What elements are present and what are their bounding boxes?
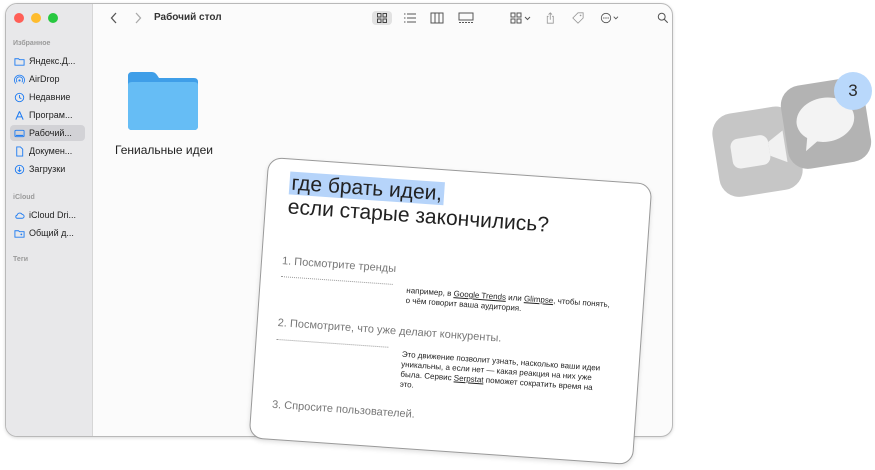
sidebar-item-label: Яндекс.Д... (29, 56, 76, 66)
note-text: или (505, 292, 525, 304)
ellipsis-circle-icon (600, 12, 619, 24)
document-icon (13, 145, 25, 157)
sidebar-item-airdrop[interactable]: AirDrop (10, 71, 85, 87)
cloud-icon (13, 209, 25, 221)
window-controls (14, 13, 58, 23)
sidebar-item-label: Недавние (29, 92, 71, 102)
more-actions-button[interactable] (600, 11, 621, 25)
sidebar-item-desktop[interactable]: Рабочий... (10, 125, 85, 141)
sidebar-item-label: iCloud Dri... (29, 210, 77, 220)
back-button[interactable] (110, 11, 118, 25)
glimpse-link[interactable]: Glimpse (524, 294, 554, 305)
desktop-icon (13, 127, 25, 139)
sidebar-item-icloud-drive[interactable]: iCloud Dri... (10, 207, 85, 223)
download-icon (13, 163, 25, 175)
sidebar-item-recents[interactable]: Недавние (10, 89, 85, 105)
divider (280, 276, 393, 285)
group-icon (510, 12, 531, 24)
serpstat-link[interactable]: Serpstat (454, 373, 484, 384)
forward-button[interactable] (134, 11, 142, 25)
sidebar-item-label: Рабочий... (29, 128, 72, 138)
sidebar-item-documents[interactable]: Докумен... (10, 143, 85, 159)
tip-3-heading: 3. Спросите пользователей. (271, 398, 416, 421)
tip-1-heading: 1. Посмотрите тренды (281, 255, 397, 276)
sidebar-section-tags: Теги (13, 256, 29, 263)
list-icon (404, 13, 416, 23)
column-view-button[interactable] (430, 11, 444, 25)
icon-view-button[interactable] (372, 11, 392, 25)
grid-icon (377, 13, 387, 23)
list-view-button[interactable] (403, 11, 417, 25)
sidebar-section-favorites: Избранное (13, 40, 51, 47)
tag-icon (572, 12, 584, 24)
sidebar-item-downloads[interactable]: Загрузки (10, 161, 85, 177)
zoom-window-button[interactable] (48, 13, 58, 23)
sidebar-item-label: Загрузки (29, 164, 66, 174)
tip-1-note: например, в Google Trends или Glimpse, ч… (405, 286, 611, 320)
tag-button[interactable] (572, 11, 584, 25)
search-button[interactable] (657, 11, 669, 25)
chevron-left-icon (110, 12, 117, 24)
sidebar-item-applications[interactable]: Програм... (10, 107, 85, 123)
chevron-right-icon (135, 12, 142, 24)
close-window-button[interactable] (14, 13, 24, 23)
sidebar-item-label: Програм... (29, 110, 73, 120)
clock-icon (13, 91, 25, 103)
sidebar-item-yandex-disk[interactable]: Яндекс.Д... (10, 53, 85, 69)
sidebar-item-shared[interactable]: Общий д... (10, 225, 85, 241)
columns-icon (430, 12, 444, 24)
search-icon (657, 12, 669, 24)
tip-2-note: Это движение позволит узнать, насколько … (399, 350, 606, 404)
gallery-view-button[interactable] (458, 11, 474, 25)
toolbar: Рабочий стол (92, 4, 672, 32)
gallery-icon (458, 12, 474, 23)
applications-icon (13, 109, 25, 121)
sidebar-item-label: AirDrop (29, 74, 60, 84)
group-button[interactable] (510, 11, 532, 25)
sidebar-item-label: Докумен... (29, 146, 73, 156)
share-icon (546, 12, 554, 24)
folder-icon (13, 55, 25, 67)
sidebar-section-icloud: iCloud (13, 194, 35, 201)
folder-label[interactable]: Гениальные идеи (110, 143, 218, 157)
notification-badge: 3 (834, 72, 872, 110)
divider (276, 338, 389, 348)
card-title: где брать идеи, если старые закончились? (287, 171, 551, 237)
shared-folder-icon (13, 227, 25, 239)
folder-icon[interactable] (126, 70, 200, 132)
share-button[interactable] (546, 11, 555, 25)
sidebar: Избранное Яндекс.Д... AirDrop Недавние П… (6, 4, 93, 436)
window-title: Рабочий стол (154, 12, 222, 23)
ideas-card: где брать идеи, если старые закончились?… (248, 156, 653, 466)
minimize-window-button[interactable] (31, 13, 41, 23)
airdrop-icon (13, 73, 25, 85)
sidebar-item-label: Общий д... (29, 228, 74, 238)
